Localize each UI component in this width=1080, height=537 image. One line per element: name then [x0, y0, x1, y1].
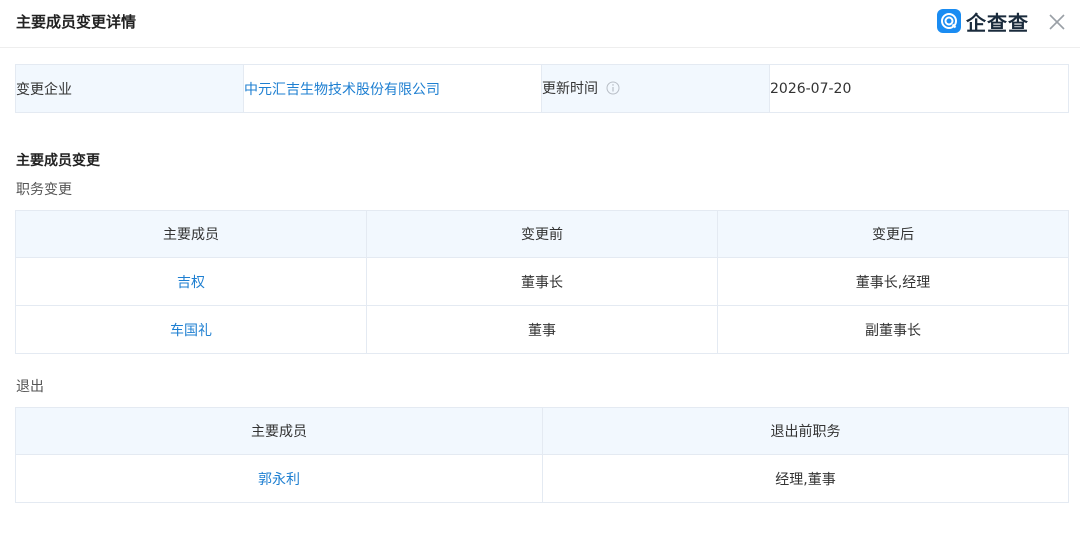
dialog-title: 主要成员变更详情 [16, 13, 137, 31]
column-header-before: 变更前 [366, 210, 718, 258]
info-icon[interactable] [606, 81, 620, 99]
duty-change-table: 主要成员 变更前 变更后 吉权 董事长 董事长,经理 车国礼 董事 副董事长 [15, 210, 1069, 354]
column-header-prior-duty: 退出前职务 [542, 407, 1069, 455]
column-header-member: 主要成员 [15, 210, 367, 258]
member-link[interactable]: 吉权 [177, 275, 205, 291]
update-time-label: 更新时间 [542, 81, 598, 97]
exit-label: 退出 [16, 379, 44, 395]
company-link[interactable]: 中元汇吉生物技术股份有限公司 [244, 82, 440, 98]
table-row: 车国礼 董事 副董事长 [15, 305, 1069, 354]
column-header-after: 变更后 [717, 210, 1069, 258]
update-time-value: 2026-07-20 [769, 64, 1069, 113]
exit-table: 主要成员 退出前职务 郭永利 经理,董事 [15, 407, 1069, 503]
after-cell: 副董事长 [717, 305, 1069, 354]
duty-change-label: 职务变更 [16, 182, 72, 198]
update-time-cell: 更新时间 [541, 64, 770, 113]
table-row: 吉权 董事长 董事长,经理 [15, 257, 1069, 306]
before-cell: 董事 [366, 305, 718, 354]
close-icon[interactable] [1046, 11, 1068, 33]
brand-name: 企查查 [966, 10, 1029, 35]
qcc-logo-icon [937, 9, 961, 33]
before-cell: 董事长 [366, 257, 718, 306]
dialog-header: 主要成员变更详情 企查查 [0, 0, 1080, 48]
after-cell: 董事长,经理 [717, 257, 1069, 306]
section-title: 主要成员变更 [16, 153, 100, 169]
info-table: 变更企业 中元汇吉生物技术股份有限公司 更新时间 2026-07-20 [15, 64, 1069, 113]
brand-logo: 企查查 [937, 8, 1029, 35]
member-link[interactable]: 郭永利 [258, 472, 300, 488]
prior-duty-cell: 经理,董事 [542, 454, 1069, 503]
member-link[interactable]: 车国礼 [170, 323, 212, 339]
table-row: 郭永利 经理,董事 [15, 454, 1069, 503]
company-label: 变更企业 [15, 64, 244, 113]
column-header-member: 主要成员 [15, 407, 543, 455]
